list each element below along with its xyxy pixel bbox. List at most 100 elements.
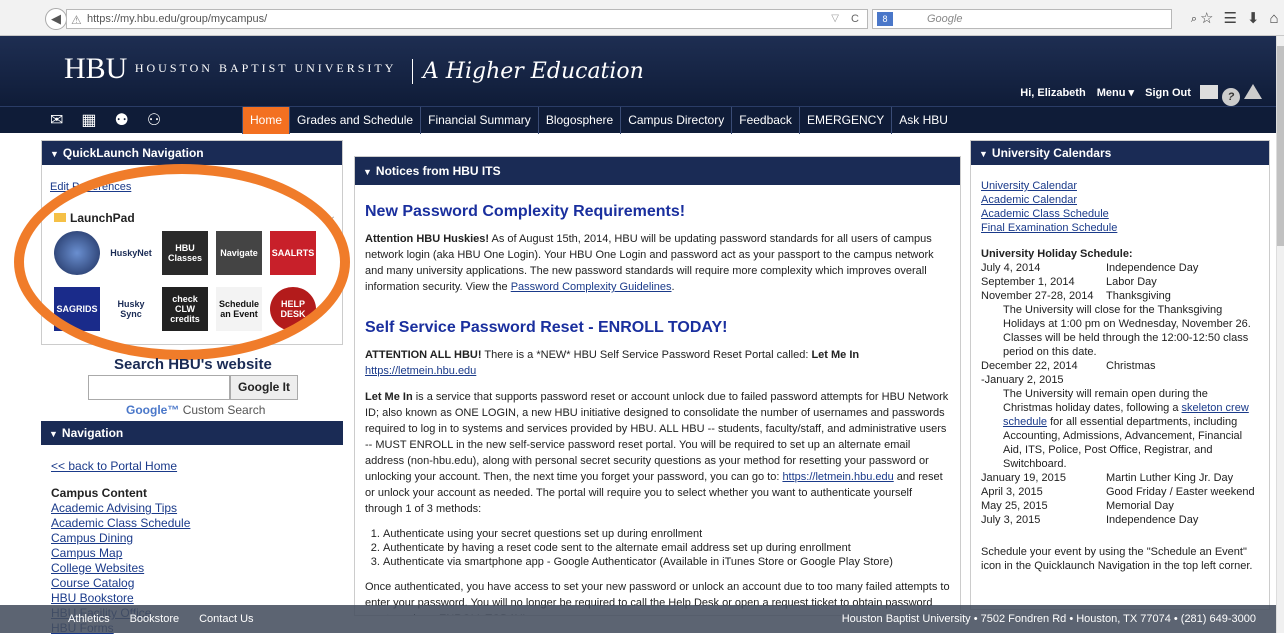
help-icon[interactable]: ?	[1222, 88, 1240, 106]
holiday-name: Memorial Day	[1106, 500, 1174, 512]
list-item: Academic Class Schedule	[51, 516, 343, 531]
letmein-link[interactable]: https://letmein.hbu.edu	[365, 365, 476, 377]
calendar-link[interactable]: Academic Calendar	[981, 194, 1077, 206]
back-portal-link[interactable]: << back to Portal Home	[51, 459, 177, 473]
note-text: The University will remain open during t…	[1003, 388, 1208, 414]
holiday-row: January 19, 2015 Martin Luther King Jr. D…	[981, 471, 1259, 485]
list-item: Campus Dining	[51, 531, 343, 546]
holiday-date: July 3, 2015	[981, 514, 1041, 526]
calendar-link[interactable]: Academic Class Schedule	[981, 208, 1109, 220]
calendar-links: University Calendar Academic Calendar Acad…	[971, 165, 1269, 235]
browser-search[interactable]: 8 Google ⌕	[872, 9, 1197, 29]
holiday-date: July 4, 2014	[981, 262, 1041, 274]
password-guidelines-link[interactable]: Password Complexity Guidelines	[511, 281, 672, 293]
footer-address: Houston Baptist University • 7502 Fondre…	[841, 613, 1256, 625]
footer-link[interactable]: Bookstore	[130, 605, 180, 633]
search-icon[interactable]	[1200, 85, 1218, 99]
calendars-panel: ▼ University Calendars University Calenda…	[970, 140, 1270, 610]
list-item: College Websites	[51, 561, 343, 576]
holiday-date: -January 2, 2015	[981, 374, 1064, 386]
quicklaunch-header[interactable]: ▼ QuickLaunch Navigation	[42, 141, 342, 165]
back-icon[interactable]: ◀	[45, 8, 67, 30]
holiday-row: May 25, 2015 Memorial Day	[981, 499, 1259, 513]
menu-button[interactable]: Menu ▾	[1097, 87, 1134, 99]
holiday-name: Martin Luther King Jr. Day	[1106, 472, 1234, 484]
site-header: HBU HOUSTON BAPTIST UNIVERSITY A Higher …	[0, 36, 1276, 106]
nav-item-0[interactable]: Home	[242, 107, 290, 134]
google-it-button[interactable]: Google It	[230, 375, 298, 400]
logo-main: HBU	[64, 52, 128, 85]
holiday-row: April 3, 2015 Good Friday / Easter weeken…	[981, 485, 1259, 499]
google-plus-icon[interactable]: 8	[877, 12, 893, 26]
site-search-input[interactable]	[88, 375, 230, 400]
footer-link[interactable]: Athletics	[68, 605, 110, 633]
navigation-header[interactable]: ▼ Navigation	[41, 421, 343, 445]
holiday-row: September 1, 2014 Labor Day	[981, 275, 1259, 289]
holiday-date: December 22, 2014	[981, 360, 1078, 372]
nav-item-7[interactable]: Ask HBU	[891, 107, 955, 134]
hbu-logo[interactable]: HBU HOUSTON BAPTIST UNIVERSITY A Higher …	[64, 52, 644, 86]
nav-item-6[interactable]: EMERGENCY	[798, 107, 891, 134]
calendar-link[interactable]: Final Examination Schedule	[981, 222, 1117, 234]
list-item: Academic Advising Tips	[51, 501, 343, 516]
nav-item-4[interactable]: Campus Directory	[620, 107, 731, 134]
notices-panel: ▼ Notices from HBU ITS New Password Compl…	[354, 156, 961, 616]
notice-body-2: ATTENTION ALL HBU! There is a *NEW* HBU …	[365, 349, 860, 377]
nav-item-2[interactable]: Financial Summary	[420, 107, 538, 134]
search-icon[interactable]: ⌕	[1191, 10, 1197, 28]
holiday-date: May 25, 2015	[981, 500, 1048, 512]
alert-icon[interactable]	[1244, 84, 1262, 99]
scrollbar-thumb[interactable]	[1277, 46, 1284, 246]
highlight-oval	[14, 164, 350, 360]
holiday-row: July 3, 2015 Independence Day	[981, 513, 1259, 527]
dropdown-icon[interactable]: ▽	[831, 10, 839, 28]
holiday-row: December 22, 2014 Christmas	[981, 359, 1259, 373]
list-item: HBU Bookstore	[51, 591, 343, 606]
url-text: https://my.hbu.edu/group/mycampus/	[87, 13, 268, 25]
holiday-name: Thanksgiving	[1106, 290, 1171, 302]
notice-title-1: New Password Complexity Requirements!	[365, 203, 686, 220]
url-bar[interactable]: ⚠ https://my.hbu.edu/group/mycampus/ ▽ C	[66, 9, 868, 29]
holiday-date: April 3, 2015	[981, 486, 1043, 498]
holiday-name: Labor Day	[1106, 276, 1157, 288]
navigation-link[interactable]: Academic Class Schedule	[51, 516, 190, 530]
reload-icon[interactable]: C	[851, 10, 859, 28]
nav-items: Home Grades and Schedule Financial Summary…	[242, 107, 955, 134]
holiday-name: Independence Day	[1106, 514, 1199, 526]
list-item: Authenticate using your secret questions…	[383, 527, 950, 541]
signout-link[interactable]: Sign Out	[1145, 87, 1191, 99]
notices-header[interactable]: ▼ Notices from HBU ITS	[355, 157, 960, 185]
main-nav: ✉▦⚉⚇ Home Grades and Schedule Financial Su…	[0, 106, 1276, 134]
nav-item-3[interactable]: Blogosphere	[537, 107, 620, 134]
nav-icons[interactable]: ✉▦⚉⚇	[50, 110, 179, 130]
navigation-link[interactable]: College Websites	[51, 561, 144, 575]
navigation-link[interactable]: Course Catalog	[51, 576, 134, 590]
calendars-header[interactable]: ▼ University Calendars	[971, 141, 1269, 165]
methods-list: Authenticate using your secret questions…	[383, 527, 950, 569]
holiday-date: January 19, 2015	[981, 472, 1067, 484]
navigation-link[interactable]: Academic Advising Tips	[51, 501, 177, 515]
footer-link[interactable]: Contact Us	[199, 605, 253, 633]
navigation-link[interactable]: HBU Bookstore	[51, 591, 134, 605]
navigation-link[interactable]: Campus Map	[51, 546, 122, 560]
greeting: Hi, Elizabeth	[1020, 87, 1086, 99]
letmein-link-2[interactable]: https://letmein.hbu.edu	[782, 471, 893, 483]
nav-item-1[interactable]: Grades and Schedule	[289, 107, 420, 134]
browser-toolbar: ◀ ⚠ https://my.hbu.edu/group/mycampus/ ▽…	[0, 0, 1284, 36]
user-bar: Hi, Elizabeth Menu ▾ Sign Out ?	[1012, 84, 1262, 106]
nav-item-5[interactable]: Feedback	[731, 107, 799, 134]
holiday-note: The University will close for the Thanks…	[1003, 304, 1251, 358]
navigation-link[interactable]: Campus Dining	[51, 531, 133, 545]
holiday-title: University Holiday Schedule:	[981, 248, 1133, 260]
notice-title-2: Self Service Password Reset - ENROLL TOD…	[365, 319, 728, 336]
holiday-note: The University will remain open during t…	[981, 387, 1259, 471]
toolbar-icons[interactable]: ☆☰⬇⌂≡	[1200, 9, 1284, 27]
holiday-row: November 27-28, 2014 Thanksgiving	[981, 289, 1259, 303]
calendar-link[interactable]: University Calendar	[981, 180, 1077, 192]
holiday-row: -January 2, 2015	[981, 373, 1259, 387]
warning-icon: ⚠	[71, 13, 82, 27]
scrollbar[interactable]	[1276, 36, 1284, 633]
holiday-name: Independence Day	[1106, 262, 1199, 274]
navigation-panel: ▼ Navigation << back to Portal Home Campu…	[41, 421, 343, 635]
search-placeholder: Google	[927, 13, 963, 25]
